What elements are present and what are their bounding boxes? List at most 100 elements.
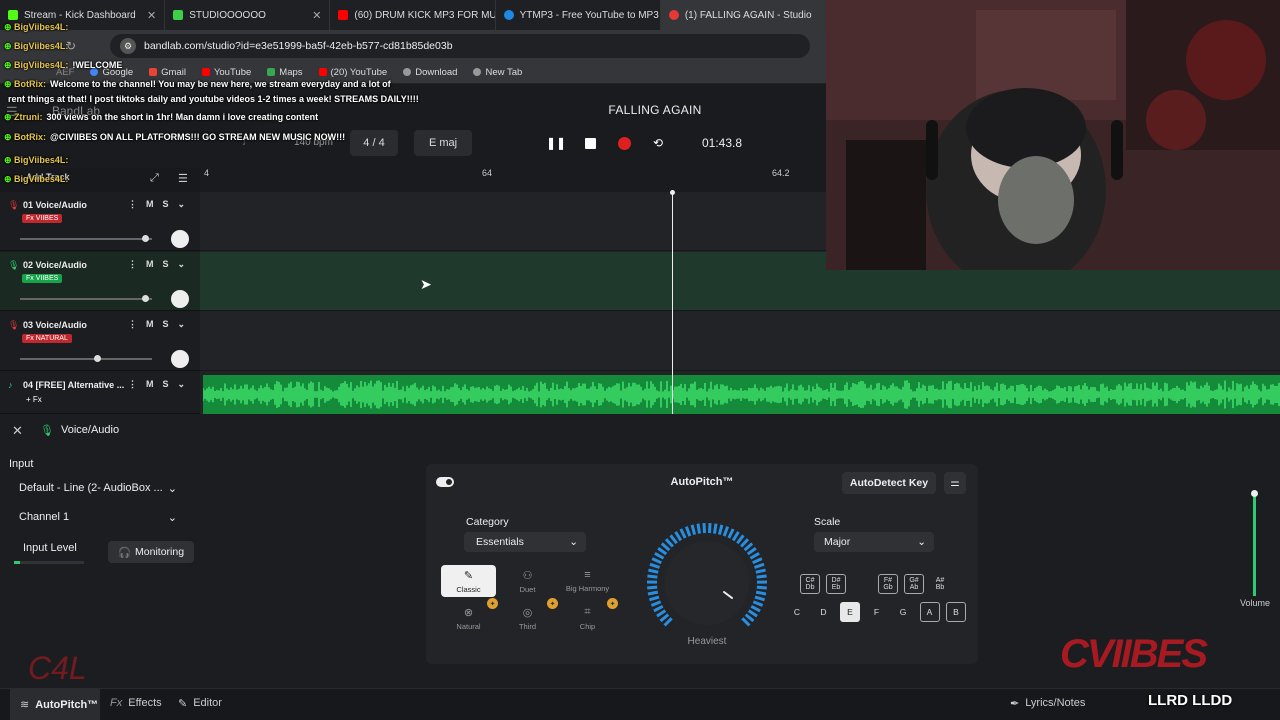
fx-badge[interactable]: Fx NATURAL [22,334,72,343]
tab-falling-again[interactable]: (1) FALLING AGAIN - Studio [660,0,827,30]
mute-button[interactable]: M [146,259,154,270]
volume-handle[interactable] [142,235,150,242]
close-icon[interactable]: ✕ [312,9,321,22]
key-sharp[interactable]: G# Ab [904,574,924,594]
fx-badge[interactable]: Fx VIIBES [22,214,63,223]
category-classic[interactable]: ✎ Classic [441,565,496,597]
pan-knob[interactable] [171,350,189,368]
chevron-down-icon[interactable]: ⌄ [178,319,186,330]
track-name[interactable]: 01 Voice/Audio [23,200,87,210]
input-device-select[interactable]: Default - Line (2- AudioBox ... ⌄ [9,476,189,500]
track-name[interactable]: 04 [FREE] Alternative ... [23,380,124,390]
pause-button[interactable]: ❚❚ [542,130,570,156]
key-sharp[interactable]: D# Eb [826,574,846,594]
key-e[interactable]: E [840,602,860,622]
key-c[interactable]: C [787,602,807,622]
solo-button[interactable]: S [163,259,169,270]
key-g[interactable]: G [893,602,913,622]
close-icon[interactable]: ✕ [12,423,23,439]
solo-button[interactable]: S [163,379,169,390]
song-title[interactable]: FALLING AGAIN [550,103,760,117]
category-third[interactable]: ◎ Third [500,602,555,634]
mute-button[interactable]: M [146,319,154,330]
key-sharp[interactable]: A# Bb [930,574,950,594]
chevron-down-icon[interactable]: ⌄ [178,259,186,270]
premium-badge-icon: ✦ [547,598,558,609]
dial-tick [717,524,724,535]
volume-slider[interactable] [20,235,152,242]
pan-knob[interactable] [171,230,189,248]
volume-handle[interactable] [93,355,101,362]
solo-button[interactable]: S [163,199,169,210]
playhead[interactable] [672,192,673,414]
autodetect-key-button[interactable]: AutoDetect Key [842,472,936,494]
audio-waveform[interactable] [203,375,1280,414]
more-icon[interactable]: ⋮ [128,199,137,210]
waveform-path [203,380,1280,409]
stop-button[interactable] [576,130,604,156]
record-button[interactable] [610,130,638,156]
mute-button[interactable]: M [146,379,154,390]
key-sharp[interactable]: C# Db [800,574,820,594]
volume-handle[interactable] [1251,490,1258,497]
chat-message: ⊕ BigViibes4L: [4,174,72,185]
category-select[interactable]: Essentials ⌄ [464,532,586,552]
track-header[interactable]: ♪ 04 [FREE] Alternative ... ⋮ M S ⌄ + Fx [0,372,200,414]
playhead-handle[interactable] [670,190,675,195]
add-fx-button[interactable]: + Fx [22,394,46,405]
chat-username: BigViibes4L: [14,22,69,32]
dial-tick [756,585,767,590]
volume-slider[interactable] [20,355,152,362]
close-icon[interactable]: ✕ [147,9,156,22]
settings-sliders-icon[interactable]: ⚌ [944,472,966,494]
fx-badge[interactable]: Fx VIIBES [22,274,63,283]
dial-tick [749,551,760,560]
category-duet[interactable]: ⚇ Duet [500,565,555,597]
volume-handle[interactable] [142,295,150,302]
pan-knob[interactable] [171,290,189,308]
monitoring-button[interactable]: 🎧 Monitoring [108,541,194,563]
tab-ytmp3[interactable]: YTMP3 - Free YouTube to MP3✕ [496,0,661,30]
category-big-harmony[interactable]: ≡ Big Harmony [560,565,615,597]
track-header[interactable]: 🎙 02 Voice/Audio ⋮ M S ⌄ Fx VIIBES [0,252,200,311]
dial-tick [650,600,662,607]
mute-button[interactable]: M [146,199,154,210]
track-name[interactable]: 03 Voice/Audio [23,320,87,330]
chat-message: ⊕ BotRix: @CIVIIBES ON ALL PLATFORMS!!! G… [4,132,345,143]
strength-dial[interactable] [644,520,770,646]
more-icon[interactable]: ⋮ [128,379,137,390]
tab-autopitch[interactable]: ≋ AutoPitch™ [10,689,100,720]
chevron-down-icon[interactable]: ⌄ [178,199,186,210]
scale-select[interactable]: Major ⌄ [814,532,934,552]
track-lane[interactable] [200,312,1280,371]
dial-tick [679,528,687,539]
chevron-down-icon[interactable]: ⌄ [178,379,186,390]
volume-slider[interactable] [20,295,152,302]
tab-editor[interactable]: ✎ Editor [178,697,222,710]
tab-effects[interactable]: Fx Effects [110,697,162,709]
key-b[interactable]: B [946,602,966,622]
category-chip[interactable]: ⌗ Chip [560,602,615,634]
lyrics-notes-button[interactable]: ✒ Lyrics/Notes [1010,697,1085,710]
volume-label: Volume [1240,598,1271,608]
key-f[interactable]: F [867,602,887,622]
dial-tick [696,523,701,534]
chat-message: ⊕ BigViibes4L: !WELCOME [4,60,122,71]
loop-button[interactable]: ⟲ [644,130,672,156]
dial-tick [752,557,763,565]
stream-chat-overlay: ⊕ BigViibes4L: ⊕ BigViibes4L: ⊕ BigViibes4… [4,22,424,188]
key-a[interactable]: A [919,602,940,622]
more-icon[interactable]: ⋮ [128,319,137,330]
bookmark-new-tab[interactable]: New Tab [473,67,522,78]
key-d[interactable]: D [814,602,834,622]
track-header[interactable]: 🎙 03 Voice/Audio ⋮ M S ⌄ Fx NATURAL [0,312,200,371]
key-sharp[interactable]: F# Gb [878,574,898,594]
more-icon[interactable]: ⋮ [128,259,137,270]
channel-select[interactable]: Channel 1 ⌄ [9,505,189,529]
track-header[interactable]: 🎙 01 Voice/Audio ⋮ M S ⌄ Fx VIIBES [0,192,200,251]
solo-button[interactable]: S [163,319,169,330]
volume-meter[interactable] [1253,492,1256,596]
dial-tick [653,604,664,613]
chevron-down-icon: ⌄ [167,482,177,495]
track-name[interactable]: 02 Voice/Audio [23,260,87,270]
